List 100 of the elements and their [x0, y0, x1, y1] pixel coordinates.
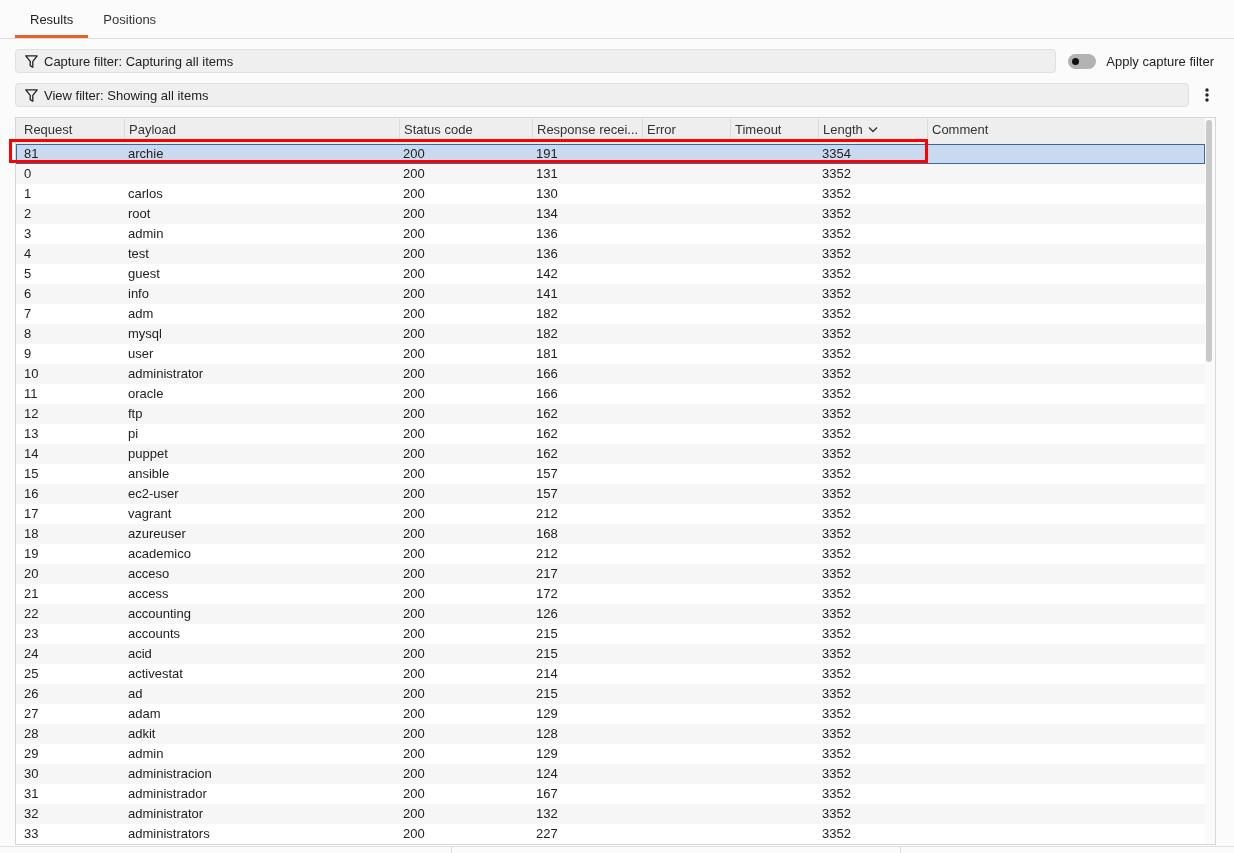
table-cell-text: 166: [535, 385, 559, 403]
table-row[interactable]: 8 mysql 200 182 3352: [16, 324, 1205, 344]
table-cell-text: 128: [535, 725, 559, 743]
table-cell-text: administracion: [127, 765, 213, 783]
table-cell-text: 168: [535, 525, 559, 543]
table-cell-text: 3352: [821, 665, 852, 683]
table-cell-text: azureuser: [127, 525, 187, 543]
table-cell-text: user: [127, 345, 155, 363]
table-cell-text: ad: [127, 685, 144, 703]
table-cell-text: 24: [23, 645, 40, 663]
table-cell-text: 215: [535, 645, 559, 663]
table-row[interactable]: 6 info 200 141 3352: [16, 284, 1205, 304]
table-row[interactable]: 20 acceso 200 217 3352: [16, 564, 1205, 584]
table-cell-text: 1: [23, 185, 33, 203]
table-cell-text: 200: [402, 425, 426, 443]
table-row[interactable]: 12 ftp 200 162 3352: [16, 404, 1205, 424]
table-cell-text: 200: [402, 485, 426, 503]
table-cell-text: 3352: [821, 445, 852, 463]
column-header[interactable]: Error: [643, 118, 731, 139]
table-cell-text: administrador: [127, 785, 208, 803]
table-cell-text: acid: [127, 645, 153, 663]
tab[interactable]: Positions: [88, 0, 172, 38]
table-row[interactable]: 22 accounting 200 126 3352: [16, 604, 1205, 624]
table-cell-text: 142: [535, 265, 559, 283]
table-cell-text: 3: [23, 225, 33, 243]
table-row[interactable]: 10 administrator 200 166 3352: [16, 364, 1205, 384]
table-cell-text: oracle: [127, 385, 165, 403]
filter-bar[interactable]: View filter: Showing all items: [15, 83, 1189, 107]
table-cell-text: 126: [535, 605, 559, 623]
table-cell-text: 3352: [821, 545, 852, 563]
table-cell-text: 3352: [821, 425, 852, 443]
table-row[interactable]: 0 200 131 3352: [16, 164, 1205, 184]
table-cell-text: 200: [402, 645, 426, 663]
table-cell-text: 29: [23, 745, 40, 763]
column-header[interactable]: Status code: [400, 118, 533, 139]
table-cell-text: 157: [535, 465, 559, 483]
table-cell-text: 130: [535, 185, 559, 203]
tab[interactable]: Results: [15, 0, 89, 38]
table-row[interactable]: 4 test 200 136 3352: [16, 244, 1205, 264]
table-cell-text: 14: [23, 445, 40, 463]
more-icon[interactable]: [1205, 88, 1209, 102]
table-cell-text: 25: [23, 665, 40, 683]
table-cell-text: 28: [23, 725, 40, 743]
table-cell-text: 200: [402, 445, 426, 463]
table-row[interactable]: 32 administrator 200 132 3352: [16, 804, 1205, 824]
table-cell-text: archie: [127, 145, 165, 163]
table-cell-text: 3352: [821, 385, 852, 403]
table-cell-text: acceso: [127, 565, 171, 583]
table-cell-text: 3352: [821, 525, 852, 543]
toggle-switch[interactable]: [1068, 53, 1097, 69]
table-cell-text: 191: [535, 145, 559, 163]
table-cell-text: 200: [402, 245, 426, 263]
table-cell-text: 3352: [821, 325, 852, 343]
table-cell-text: puppet: [127, 445, 169, 463]
table-cell-text: 3352: [821, 205, 852, 223]
column-header[interactable]: Payload: [125, 118, 400, 139]
table-cell-text: 162: [535, 405, 559, 423]
table-cell-text: access: [127, 585, 170, 603]
table-row[interactable]: 24 acid 200 215 3352: [16, 644, 1205, 664]
table-cell-text: 134: [535, 205, 559, 223]
table-cell-text: adkit: [127, 725, 157, 743]
table-cell-text: 200: [402, 765, 426, 783]
column-header[interactable]: Timeout: [731, 118, 819, 139]
table-cell-text: pi: [127, 425, 140, 443]
table-cell-text: 3352: [821, 505, 852, 523]
table-cell-text: 81: [23, 145, 40, 163]
filter-icon: [25, 54, 38, 68]
table-cell-text: 33: [23, 825, 40, 843]
column-header[interactable]: Comment: [928, 118, 1205, 139]
table-cell-text: 3352: [821, 585, 852, 603]
table-cell-text: 200: [402, 785, 426, 803]
table-row[interactable]: 28 adkit 200 128 3352: [16, 724, 1205, 744]
table-row[interactable]: 26 ad 200 215 3352: [16, 684, 1205, 704]
table-cell-text: 27: [23, 705, 40, 723]
column-header[interactable]: Request: [16, 118, 125, 139]
column-header[interactable]: Response recei...: [533, 118, 643, 139]
table-row[interactable]: 2 root 200 134 3352: [16, 204, 1205, 224]
table-cell-text: 212: [535, 505, 559, 523]
table-row[interactable]: 30 administracion 200 124 3352: [16, 764, 1205, 784]
table-row[interactable]: 18 azureuser 200 168 3352: [16, 524, 1205, 544]
table-cell-text: 200: [402, 305, 426, 323]
table-cell-text: 3352: [821, 485, 852, 503]
table-cell-text: 23: [23, 625, 40, 643]
table-cell-text: 162: [535, 425, 559, 443]
table-cell-text: 136: [535, 225, 559, 243]
table-cell-text: 212: [535, 545, 559, 563]
table-cell-text: 12: [23, 405, 40, 423]
table-cell-text: 2: [23, 205, 33, 223]
table-cell-text: 182: [535, 305, 559, 323]
table-cell-text: 3352: [821, 825, 852, 843]
table-cell-text: 200: [402, 165, 426, 183]
table-row[interactable]: 14 puppet 200 162 3352: [16, 444, 1205, 464]
table-cell-text: 22: [23, 605, 40, 623]
table-cell-text: admin: [127, 225, 165, 243]
scrollbar[interactable]: [1206, 120, 1212, 362]
table-row[interactable]: 16 ec2-user 200 157 3352: [16, 484, 1205, 504]
table-cell-text: ec2-user: [127, 485, 180, 503]
filter-bar[interactable]: Capture filter: Capturing all items: [15, 49, 1057, 73]
column-header[interactable]: Length: [819, 118, 928, 139]
table-cell-text: 200: [402, 385, 426, 403]
